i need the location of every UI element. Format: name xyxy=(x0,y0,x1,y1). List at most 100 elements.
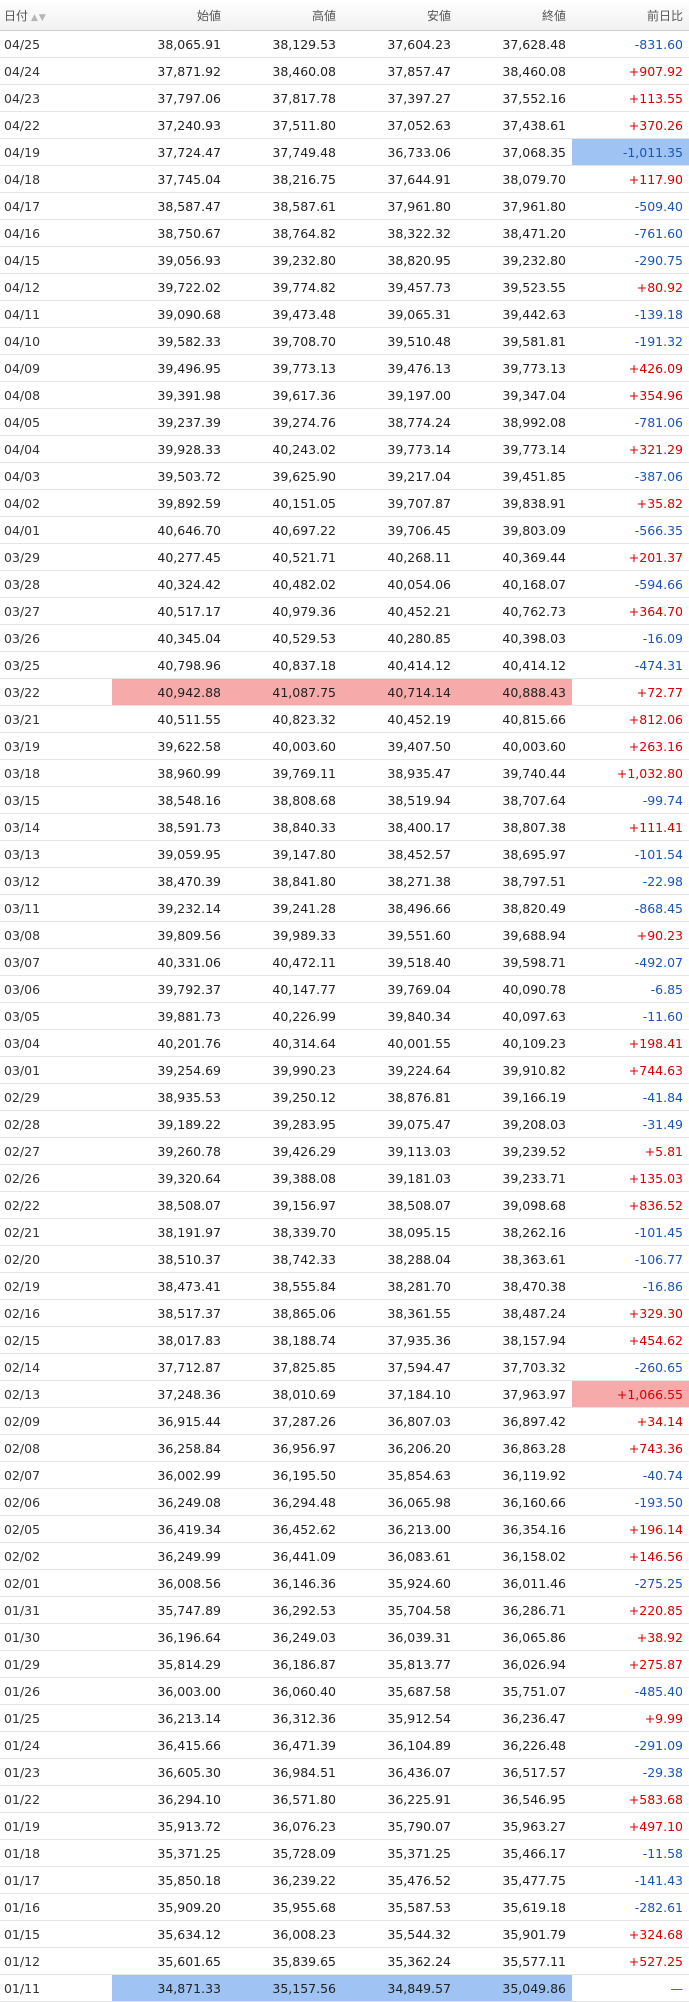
close-cell: 38,470.38 xyxy=(457,1272,572,1300)
change-cell: -275.25 xyxy=(572,1569,689,1597)
table-row: 03/13 39,059.95 39,147.80 38,452.57 38,695.9… xyxy=(0,840,689,868)
date-cell: 02/13 xyxy=(0,1380,112,1408)
change-cell: -831.60 xyxy=(572,30,689,58)
low-cell: 40,280.85 xyxy=(342,624,457,652)
low-cell: 39,706.45 xyxy=(342,516,457,544)
high-cell: 36,076.23 xyxy=(227,1812,342,1840)
date-cell: 02/09 xyxy=(0,1407,112,1435)
date-cell: 02/08 xyxy=(0,1434,112,1462)
low-cell: 38,095.15 xyxy=(342,1218,457,1246)
open-cell: 37,712.87 xyxy=(112,1353,227,1381)
close-cell: 36,354.16 xyxy=(457,1515,572,1543)
change-cell: +907.92 xyxy=(572,57,689,85)
date-cell: 04/19 xyxy=(0,138,112,166)
date-cell: 04/04 xyxy=(0,435,112,463)
change-column-header[interactable]: 前日比 xyxy=(572,0,689,31)
change-cell: -290.75 xyxy=(572,246,689,274)
date-cell: 02/06 xyxy=(0,1488,112,1516)
low-cell: 36,206.20 xyxy=(342,1434,457,1462)
table-row: 02/06 36,249.08 36,294.48 36,065.98 36,160.6… xyxy=(0,1488,689,1516)
close-cell: 38,262.16 xyxy=(457,1218,572,1246)
low-cell: 36,733.06 xyxy=(342,138,457,166)
low-cell: 39,769.04 xyxy=(342,975,457,1003)
table-row: 04/02 39,892.59 40,151.05 39,707.87 39,838.9… xyxy=(0,489,689,517)
high-cell: 36,441.09 xyxy=(227,1542,342,1570)
open-cell: 35,371.25 xyxy=(112,1839,227,1867)
high-cell: 40,823.32 xyxy=(227,705,342,733)
high-cell: 39,774.82 xyxy=(227,273,342,301)
date-cell: 04/16 xyxy=(0,219,112,247)
high-cell: 38,587.61 xyxy=(227,192,342,220)
change-cell: -40.74 xyxy=(572,1461,689,1489)
close-cell: 36,119.92 xyxy=(457,1461,572,1489)
table-row: 01/25 36,213.14 36,312.36 35,912.54 36,236.4… xyxy=(0,1704,689,1732)
open-cell: 37,248.36 xyxy=(112,1380,227,1408)
open-cell: 35,634.12 xyxy=(112,1920,227,1948)
date-cell: 03/01 xyxy=(0,1056,112,1084)
change-cell: -16.86 xyxy=(572,1272,689,1300)
high-cell: 39,283.95 xyxy=(227,1110,342,1138)
low-cell: 37,935.36 xyxy=(342,1326,457,1354)
date-cell: 02/21 xyxy=(0,1218,112,1246)
high-cell: 37,825.85 xyxy=(227,1353,342,1381)
change-cell: -141.43 xyxy=(572,1866,689,1894)
date-column-header[interactable]: 日付 ▲▼ xyxy=(0,0,112,31)
table-row: 03/06 39,792.37 40,147.77 39,769.04 40,090.7… xyxy=(0,975,689,1003)
date-cell: 03/12 xyxy=(0,867,112,895)
low-column-header[interactable]: 安値 xyxy=(342,0,457,31)
close-cell: 36,160.66 xyxy=(457,1488,572,1516)
date-cell: 01/15 xyxy=(0,1920,112,1948)
date-cell: 04/15 xyxy=(0,246,112,274)
high-cell: 40,529.53 xyxy=(227,624,342,652)
table-row: 02/20 38,510.37 38,742.33 38,288.04 38,363.6… xyxy=(0,1245,689,1273)
open-cell: 40,511.55 xyxy=(112,705,227,733)
low-cell: 38,774.24 xyxy=(342,408,457,436)
change-cell: -22.98 xyxy=(572,867,689,895)
high-cell: 36,571.80 xyxy=(227,1785,342,1813)
table-row: 04/25 38,065.91 38,129.53 37,604.23 37,628.4… xyxy=(0,30,689,58)
table-row: 04/22 37,240.93 37,511.80 37,052.63 37,438.6… xyxy=(0,111,689,139)
date-cell: 03/28 xyxy=(0,570,112,598)
change-cell: -101.45 xyxy=(572,1218,689,1246)
open-column-header[interactable]: 始値 xyxy=(112,0,227,31)
close-column-header[interactable]: 終値 xyxy=(457,0,572,31)
change-cell: -387.06 xyxy=(572,462,689,490)
open-cell: 36,002.99 xyxy=(112,1461,227,1489)
open-cell: 39,881.73 xyxy=(112,1002,227,1030)
high-cell: 36,984.51 xyxy=(227,1758,342,1786)
close-cell: 39,688.94 xyxy=(457,921,572,949)
close-cell: 35,049.86 xyxy=(457,1974,572,2002)
sort-arrows-icon[interactable]: ▲▼ xyxy=(31,13,47,23)
change-cell: -193.50 xyxy=(572,1488,689,1516)
close-cell: 38,807.38 xyxy=(457,813,572,841)
low-cell: 40,452.21 xyxy=(342,597,457,625)
open-cell: 36,419.34 xyxy=(112,1515,227,1543)
close-cell: 39,239.52 xyxy=(457,1137,572,1165)
high-cell: 37,749.48 xyxy=(227,138,342,166)
close-cell: 39,773.13 xyxy=(457,354,572,382)
low-cell: 36,436.07 xyxy=(342,1758,457,1786)
low-cell: 36,104.89 xyxy=(342,1731,457,1759)
open-cell: 35,850.18 xyxy=(112,1866,227,1894)
high-cell: 39,232.80 xyxy=(227,246,342,274)
close-cell: 38,079.70 xyxy=(457,165,572,193)
low-cell: 36,065.98 xyxy=(342,1488,457,1516)
low-cell: 36,039.31 xyxy=(342,1623,457,1651)
high-cell: 40,482.02 xyxy=(227,570,342,598)
close-cell: 36,517.57 xyxy=(457,1758,572,1786)
change-cell: -16.09 xyxy=(572,624,689,652)
high-column-header[interactable]: 高値 xyxy=(227,0,342,31)
table-row: 02/22 38,508.07 39,156.97 38,508.07 39,098.6… xyxy=(0,1191,689,1219)
table-row: 03/22 40,942.88 41,087.75 40,714.14 40,888.4… xyxy=(0,678,689,706)
change-cell: +38.92 xyxy=(572,1623,689,1651)
low-cell: 35,587.53 xyxy=(342,1893,457,1921)
high-cell: 35,839.65 xyxy=(227,1947,342,1975)
date-cell: 01/25 xyxy=(0,1704,112,1732)
date-cell: 01/23 xyxy=(0,1758,112,1786)
close-cell: 39,838.91 xyxy=(457,489,572,517)
low-cell: 35,924.60 xyxy=(342,1569,457,1597)
high-cell: 40,314.64 xyxy=(227,1029,342,1057)
high-cell: 39,388.08 xyxy=(227,1164,342,1192)
date-cell: 02/14 xyxy=(0,1353,112,1381)
high-cell: 36,186.87 xyxy=(227,1650,342,1678)
